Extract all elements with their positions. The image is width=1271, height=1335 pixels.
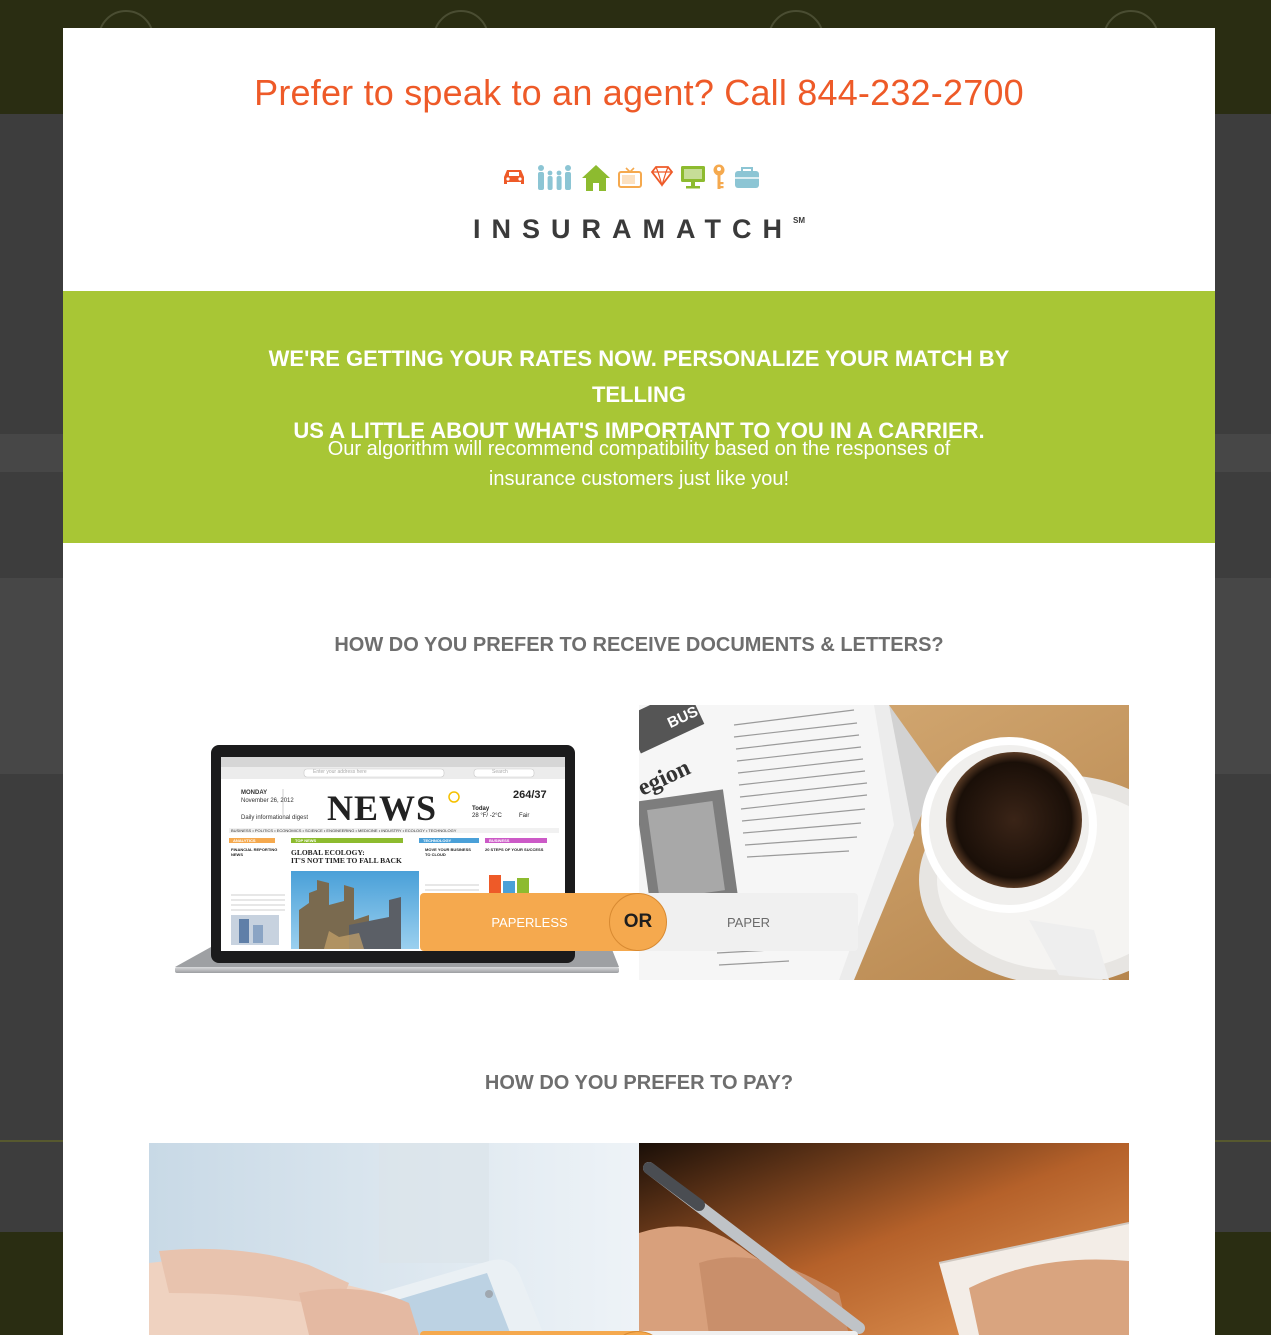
news-headline: GLOBAL ECOLOGY: IT'S NOT TIME TO FALL BA…	[291, 849, 421, 865]
intro-subtext-line: insurance customers just like you!	[488, 468, 790, 490]
service-mark: SM	[792, 216, 805, 225]
news-section-business: BUSINESS	[489, 838, 510, 843]
news-today: Today	[472, 806, 490, 812]
news-issue: 264/37	[513, 789, 547, 801]
home-icon	[582, 165, 610, 191]
news-section-technology: TECHNOLOGY	[423, 838, 452, 843]
key-icon	[713, 164, 725, 189]
news-search-placeholder: Enter your address here	[313, 769, 367, 775]
news-col3-heading: MOVE YOUR BUSINESS TO CLOUD	[425, 847, 471, 857]
intro-subtext: Our algorithm will recommend compatibili…	[303, 434, 975, 494]
brand-name: INSURAMATCH	[473, 214, 793, 244]
news-col1-heading: FINANCIAL REPORTING NEWS	[231, 847, 278, 857]
intro-banner: WE'RE GETTING YOUR RATES NOW. PERSONALIZ…	[63, 291, 1215, 543]
news-masthead: NEWS	[327, 788, 438, 828]
news-date: November 26, 2012	[241, 798, 294, 804]
news-search-button: Search	[492, 769, 508, 775]
diamond-icon	[650, 166, 674, 188]
personalize-modal: Prefer to speak to an agent? Call 844-23…	[63, 28, 1215, 1335]
tv-icon	[618, 167, 642, 188]
news-weather: Fair	[519, 813, 530, 819]
pay-online-image[interactable]	[149, 1143, 639, 1335]
paper-option[interactable]: PAPER	[639, 893, 858, 951]
or-label: OR	[623, 911, 653, 932]
news-headline-line: IT'S NOT TIME TO FALL BACK	[291, 856, 402, 865]
agent-call-text[interactable]: Prefer to speak to an agent? Call 844-23…	[63, 72, 1215, 114]
intro-headline: WE'RE GETTING YOUR RATES NOW. PERSONALIZ…	[233, 341, 1045, 449]
news-section-analytics: ANALYTICS	[233, 838, 256, 843]
question-title-payment: HOW DO YOU PREFER TO PAY?	[484, 1072, 794, 1094]
news-section-topnews: TOP NEWS	[295, 838, 317, 843]
news-nav: BUSINESS • POLITICS • ECONOMICS • SCIENC…	[231, 828, 457, 833]
news-digest: Daily informational digest	[241, 815, 309, 821]
payment-preference-toggle[interactable]	[420, 1331, 858, 1335]
news-col4-heading: 20 STEPS OF YOUR SUCCESS	[485, 847, 544, 852]
news-temp: 28 °F/ -2°C	[472, 813, 502, 819]
paperless-option[interactable]: PAPERLESS	[420, 893, 639, 951]
insuramatch-logo: INSURAMATCHSM	[63, 214, 1215, 245]
question-title-documents: HOW DO YOU PREFER TO RECEIVE DOCUMENTS &…	[334, 634, 944, 656]
bag-icon	[735, 167, 759, 188]
intro-headline-line: WE'RE GETTING YOUR RATES NOW. PERSONALIZ…	[268, 346, 1010, 407]
category-icons	[501, 163, 801, 193]
family-icon	[538, 165, 571, 190]
payment-right-option[interactable]	[639, 1331, 858, 1335]
payment-left-option[interactable]	[420, 1331, 639, 1335]
intro-subtext-line: Our algorithm will recommend compatibili…	[327, 438, 951, 460]
computer-icon	[681, 166, 705, 189]
pay-check-image[interactable]	[639, 1143, 1129, 1335]
car-icon	[504, 170, 524, 184]
news-date-day: MONDAY	[241, 790, 268, 796]
documents-preference-toggle[interactable]: PAPERLESS PAPER OR	[420, 893, 858, 951]
or-divider: OR	[609, 893, 667, 951]
